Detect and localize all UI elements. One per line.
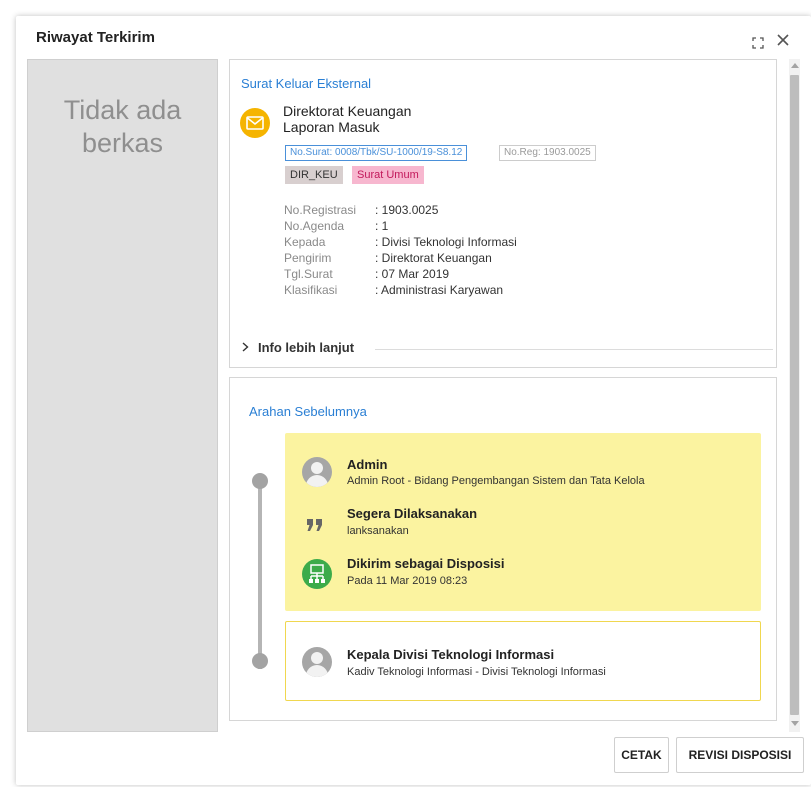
letter-type-badge: Surat Umum	[352, 166, 424, 184]
meta-value: : 1	[375, 219, 389, 233]
letter-card: Surat Keluar Eksternal Direktorat Keuang…	[229, 59, 777, 368]
scroll-down-arrow-icon[interactable]	[791, 721, 799, 726]
meta-label: Klasifikasi	[284, 283, 338, 297]
avatar-icon	[302, 647, 332, 677]
entry-author-detail: Kadiv Teknologi Informasi - Divisi Tekno…	[347, 666, 606, 678]
registration-tag: No.Reg: 1903.0025	[499, 145, 596, 161]
history-entry-highlight: Admin Admin Root - Bidang Pengembangan S…	[285, 433, 761, 611]
dialog-title: Riwayat Terkirim	[36, 29, 155, 46]
entry-author: Admin	[347, 457, 388, 472]
action-title: Dikirim sebagai Disposisi	[347, 556, 505, 571]
revise-disposition-button[interactable]: REVISI DISPOSISI	[676, 737, 804, 773]
letter-status: Laporan Masuk	[283, 119, 380, 135]
unit-code-badge: DIR_KEU	[285, 166, 343, 184]
chevron-right-icon	[242, 340, 249, 355]
print-button[interactable]: CETAK	[614, 737, 669, 773]
meta-label: No.Agenda	[284, 219, 345, 233]
detail-scroll-area[interactable]: Surat Keluar Eksternal Direktorat Keuang…	[227, 59, 800, 732]
org-chart-icon	[302, 559, 332, 589]
meta-value: : Direktorat Keuangan	[375, 251, 492, 265]
history-entry: Kepala Divisi Teknologi Informasi Kadiv …	[285, 621, 761, 701]
letter-section-title: Surat Keluar Eksternal	[241, 76, 372, 91]
maximize-icon[interactable]	[752, 36, 764, 49]
meta-value: : 07 Mar 2019	[375, 267, 450, 281]
history-card: Arahan Sebelumnya Admin Admin Root - Bid…	[229, 377, 777, 721]
meta-value: : Divisi Teknologi Informasi	[375, 235, 517, 249]
meta-label: Tgl.Surat	[284, 267, 333, 281]
meta-label: No.Registrasi	[284, 203, 357, 217]
vertical-scrollbar[interactable]	[789, 59, 800, 732]
letter-sender: Direktorat Keuangan Laporan Masuk	[283, 103, 411, 135]
history-dialog: Riwayat Terkirim Tidak ada berkas Surat …	[16, 16, 811, 785]
sender-unit: Direktorat Keuangan	[283, 103, 412, 119]
divider	[375, 349, 773, 350]
entry-author-detail: Admin Root - Bidang Pengembangan Sistem …	[347, 475, 645, 487]
history-section-title: Arahan Sebelumnya	[249, 404, 367, 419]
meta-value: : Administrasi Karyawan	[375, 283, 504, 297]
meta-value: : 1903.0025	[375, 203, 439, 217]
quote-icon	[306, 511, 324, 535]
scroll-up-arrow-icon[interactable]	[791, 63, 799, 68]
avatar-icon	[302, 457, 332, 487]
scroll-thumb[interactable]	[790, 75, 799, 715]
action-text: Pada 11 Mar 2019 08:23	[347, 575, 468, 587]
more-info-label: Info lebih lanjut	[258, 340, 355, 355]
timeline-dot	[252, 653, 268, 669]
timeline-line	[258, 479, 262, 669]
more-info-toggle[interactable]: Info lebih lanjut	[242, 340, 354, 355]
file-preview-panel: Tidak ada berkas	[27, 59, 218, 732]
meta-label: Pengirim	[284, 251, 332, 265]
entry-author: Kepala Divisi Teknologi Informasi	[347, 647, 555, 662]
meta-label: Kepada	[284, 235, 326, 249]
no-file-text: Tidak ada berkas	[63, 95, 182, 158]
dialog-header: Riwayat Terkirim	[16, 16, 811, 56]
envelope-icon	[240, 108, 270, 138]
timeline-dot	[252, 473, 268, 489]
close-icon[interactable]	[774, 32, 792, 50]
letter-number-tag: No.Surat: 0008/Tbk/SU-1000/19-S8.12	[285, 145, 468, 161]
note-text: lanksanakan	[347, 525, 409, 537]
note-title: Segera Dilaksanakan	[347, 506, 478, 521]
